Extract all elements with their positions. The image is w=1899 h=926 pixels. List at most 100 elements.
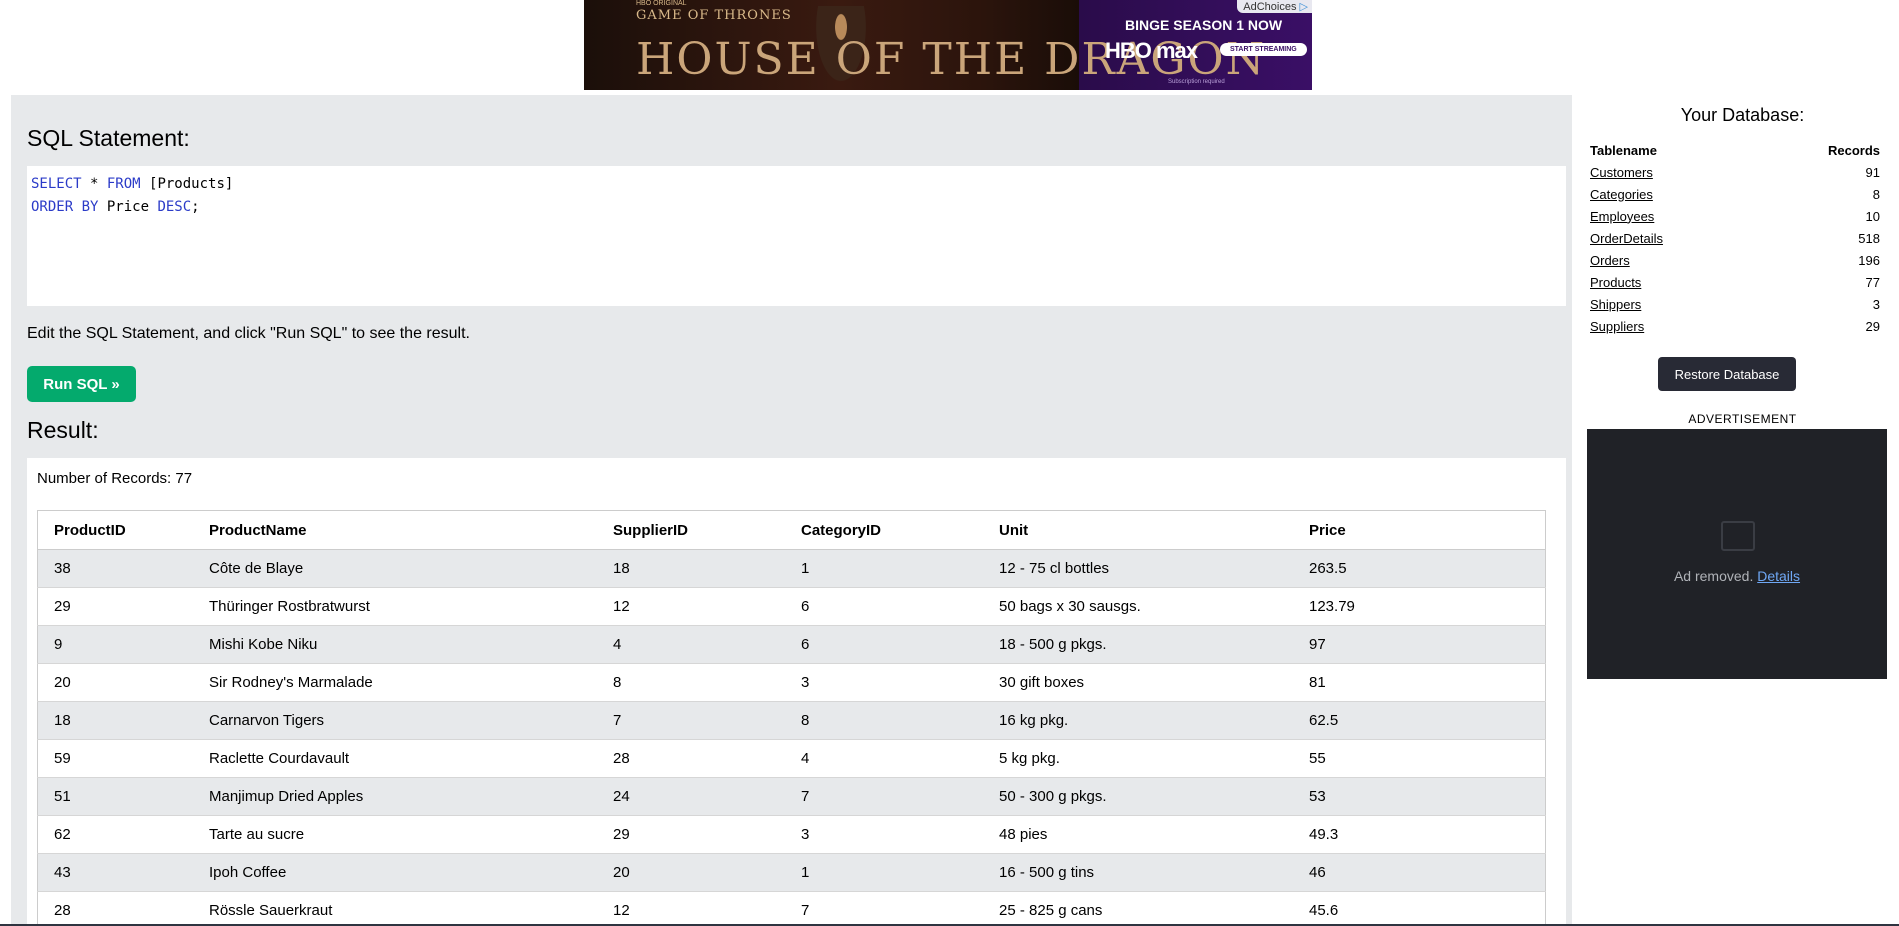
table-row: 43 Ipoh Coffee 20 1 16 - 500 g tins 46 <box>37 853 1546 892</box>
cell-price: 62.5 <box>1293 701 1546 740</box>
record-count-value: 518 <box>1858 230 1880 246</box>
page: HBO ORIGINAL GAME OF THRONES HOUSE OF TH… <box>0 0 1899 926</box>
cell-unit: 50 bags x 30 sausgs. <box>983 587 1293 626</box>
cell-product-name: Carnarvon Tigers <box>193 701 597 740</box>
sql-statement-heading: SQL Statement: <box>27 125 190 151</box>
database-row: Customers 91 <box>1590 161 1880 183</box>
record-count-value: 196 <box>1858 252 1880 268</box>
table-link-orderdetails[interactable]: OrderDetails <box>1590 231 1663 246</box>
record-count-value: 3 <box>1872 296 1880 312</box>
table-row: 51 Manjimup Dried Apples 24 7 50 - 300 g… <box>37 777 1546 816</box>
cell-unit: 16 kg pkg. <box>983 701 1293 740</box>
column-header: ProductID <box>37 510 193 550</box>
cell-supplier-id: 12 <box>597 587 785 626</box>
cell-price: 81 <box>1293 663 1546 702</box>
cell-price: 45.6 <box>1293 891 1546 926</box>
table-link-orders[interactable]: Orders <box>1590 253 1630 268</box>
cell-category-id: 8 <box>785 701 983 740</box>
ad-binge-text: BINGE SEASON 1 NOW <box>1125 17 1283 33</box>
sql-keyword: DESC <box>157 199 192 215</box>
sql-text: [Products] <box>140 176 234 192</box>
top-banner-ad[interactable]: HBO ORIGINAL GAME OF THRONES HOUSE OF TH… <box>584 0 1312 90</box>
database-table: Tablename Records Customers 91 Categories… <box>1590 139 1880 337</box>
image-placeholder-icon <box>1721 521 1755 551</box>
sql-text: Price <box>98 199 158 215</box>
cell-product-id: 62 <box>37 815 193 854</box>
database-row: Products 77 <box>1590 271 1880 293</box>
adchoices-icon: ▷ <box>1299 1 1308 13</box>
cell-supplier-id: 18 <box>597 549 785 588</box>
table-link-employees[interactable]: Employees <box>1590 209 1654 224</box>
table-row: 18 Carnarvon Tigers 7 8 16 kg pkg. 62.5 <box>37 701 1546 740</box>
cell-product-name: Mishi Kobe Niku <box>193 625 597 664</box>
result-panel: Number of Records: 77 ProductID ProductN… <box>27 458 1566 926</box>
cell-category-id: 3 <box>785 663 983 702</box>
cell-unit: 30 gift boxes <box>983 663 1293 702</box>
ad-removed-text: Ad removed. <box>1673 568 1754 584</box>
table-link-categories[interactable]: Categories <box>1590 187 1653 202</box>
table-row: 62 Tarte au sucre 29 3 48 pies 49.3 <box>37 815 1546 854</box>
record-count-value: 77 <box>1865 274 1880 290</box>
table-link-suppliers[interactable]: Suppliers <box>1590 319 1644 334</box>
cell-price: 49.3 <box>1293 815 1546 854</box>
cell-unit: 48 pies <box>983 815 1293 854</box>
cell-price: 123.79 <box>1293 587 1546 626</box>
table-link-products[interactable]: Products <box>1590 275 1641 290</box>
cell-category-id: 1 <box>785 549 983 588</box>
cell-supplier-id: 8 <box>597 663 785 702</box>
table-row: 28 Rössle Sauerkraut 12 7 25 - 825 g can… <box>37 891 1546 926</box>
main-panel: SQL Statement: SELECT * FROM [Products] … <box>11 95 1572 926</box>
run-sql-button[interactable]: Run SQL » <box>27 366 136 402</box>
cell-category-id: 6 <box>785 587 983 626</box>
restore-database-button[interactable]: Restore Database <box>1658 357 1796 391</box>
cell-category-id: 6 <box>785 625 983 664</box>
adchoices-label: AdChoices <box>1243 1 1297 13</box>
table-link-shippers[interactable]: Shippers <box>1590 297 1641 312</box>
cell-unit: 18 - 500 g pkgs. <box>983 625 1293 664</box>
column-header: Unit <box>983 510 1293 550</box>
cell-price: 46 <box>1293 853 1546 892</box>
sql-line-2: ORDER BY Price DESC; <box>31 196 1562 219</box>
ad-removed-message: Ad removed. Details <box>1587 568 1887 584</box>
table-row: 20 Sir Rodney's Marmalade 8 3 30 gift bo… <box>37 663 1546 702</box>
record-count: Number of Records: 77 <box>37 470 193 487</box>
cell-price: 263.5 <box>1293 549 1546 588</box>
column-header: Price <box>1293 510 1546 550</box>
ad-fine-print: Subscription required <box>1168 79 1225 85</box>
result-heading: Result: <box>27 417 99 443</box>
record-count-value: 91 <box>1865 164 1880 180</box>
cell-product-id: 43 <box>37 853 193 892</box>
cell-supplier-id: 4 <box>597 625 785 664</box>
cell-unit: 12 - 75 cl bottles <box>983 549 1293 588</box>
cell-category-id: 3 <box>785 815 983 854</box>
cell-product-id: 18 <box>37 701 193 740</box>
cell-price: 97 <box>1293 625 1546 664</box>
sql-keyword: ORDER BY <box>31 199 99 215</box>
cell-product-id: 51 <box>37 777 193 816</box>
column-header: CategoryID <box>785 510 983 550</box>
sql-keyword: SELECT <box>31 176 82 192</box>
adchoices-link[interactable]: AdChoices ▷ <box>1237 0 1312 13</box>
records-header: Records <box>1827 142 1880 158</box>
cell-supplier-id: 28 <box>597 739 785 778</box>
ad-show-subtitle: GAME OF THRONES <box>636 8 792 23</box>
ad-brand-logo: HBO max <box>1105 38 1198 63</box>
database-header-row: Tablename Records <box>1590 139 1880 161</box>
ad-details-link[interactable]: Details <box>1757 568 1800 584</box>
cell-product-id: 20 <box>37 663 193 702</box>
database-row: Categories 8 <box>1590 183 1880 205</box>
cell-unit: 25 - 825 g cans <box>983 891 1293 926</box>
sql-text: ; <box>191 199 200 215</box>
cell-unit: 16 - 500 g tins <box>983 853 1293 892</box>
sql-editor[interactable]: SELECT * FROM [Products] ORDER BY Price … <box>27 166 1566 306</box>
database-row: Suppliers 29 <box>1590 315 1880 337</box>
ad-hbo-original: HBO ORIGINAL <box>636 0 687 7</box>
cell-unit: 50 - 300 g pkgs. <box>983 777 1293 816</box>
sql-keyword: FROM <box>106 176 141 192</box>
ad-cta-button[interactable]: START STREAMING <box>1220 43 1307 56</box>
cell-product-id: 9 <box>37 625 193 664</box>
record-count-value: 10 <box>1865 208 1880 224</box>
cell-product-name: Côte de Blaye <box>193 549 597 588</box>
sql-text: * <box>81 176 107 192</box>
table-link-customers[interactable]: Customers <box>1590 165 1653 180</box>
